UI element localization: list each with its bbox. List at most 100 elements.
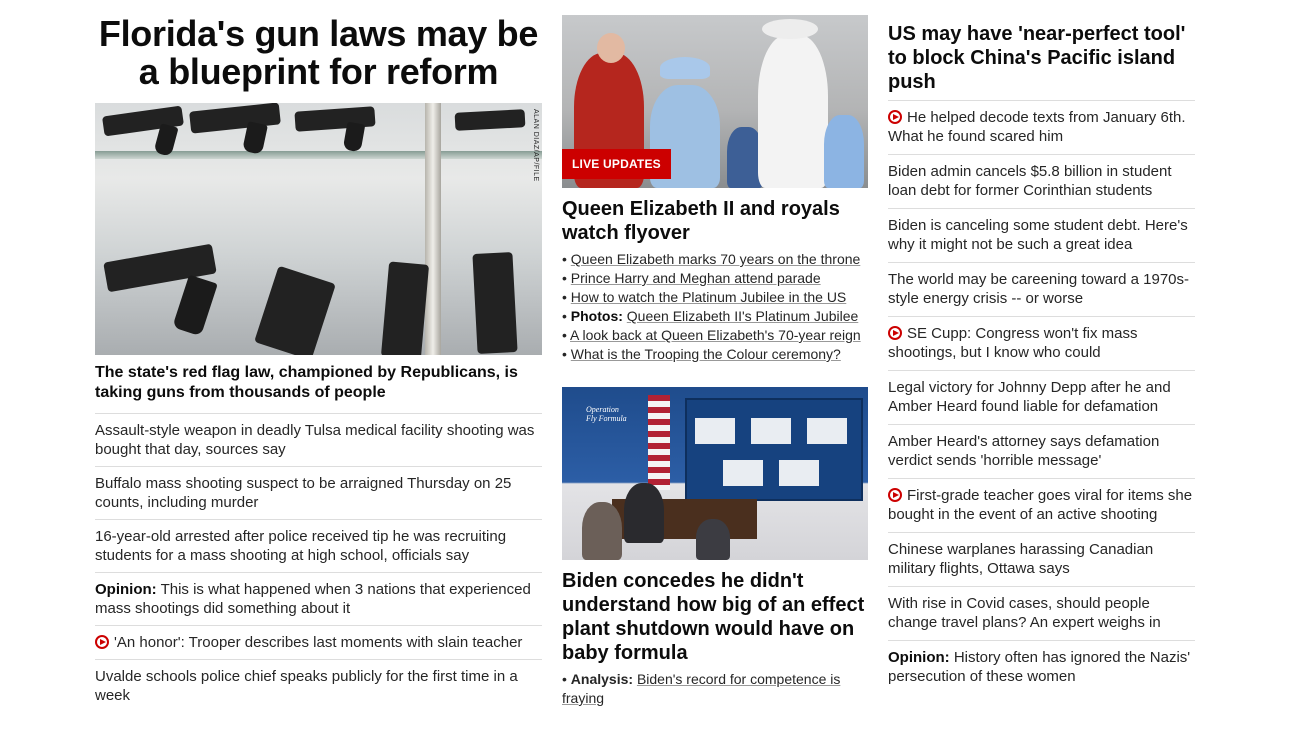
list-item-link[interactable]: SE Cupp: Congress won't fix mass shootin… — [888, 325, 1137, 361]
figure-white-hat — [762, 19, 818, 39]
seated-person — [624, 483, 664, 543]
opinion-label: Opinion: — [888, 649, 950, 666]
video-conference-screen — [685, 398, 863, 501]
china-headline[interactable]: US may have 'near-perfect tool' to block… — [888, 0, 1195, 101]
play-video-icon — [888, 110, 902, 124]
live-updates-badge[interactable]: LIVE UPDATES — [562, 149, 671, 179]
opinion-label: Opinion: — [95, 581, 157, 598]
list-item[interactable]: SE Cupp: Congress won't fix mass shootin… — [888, 317, 1195, 371]
list-item-link[interactable]: With rise in Covid cases, should people … — [888, 595, 1161, 631]
pistol-grip — [342, 121, 366, 153]
list-item[interactable]: 16-year-old arrested after police receiv… — [95, 520, 542, 573]
video-tile — [723, 460, 763, 486]
list-item[interactable]: Assault-style weapon in deadly Tulsa med… — [95, 414, 542, 467]
list-item[interactable]: Opinion: History often has ignored the N… — [888, 641, 1195, 694]
middle-column: LIVE UPDATES Queen Elizabeth II and roya… — [562, 0, 868, 708]
seated-person — [696, 519, 730, 560]
list-item-link[interactable]: Assault-style weapon in deadly Tulsa med… — [95, 422, 534, 458]
list-item[interactable]: 'An honor': Trooper describes last momen… — [95, 626, 542, 660]
list-item[interactable]: Opinion: This is what happened when 3 na… — [95, 573, 542, 626]
list-item[interactable]: Uvalde schools police chief speaks publi… — [95, 660, 542, 712]
play-video-icon — [888, 488, 902, 502]
list-item[interactable]: Biden is canceling some student debt. He… — [888, 209, 1195, 263]
pistol — [380, 261, 430, 355]
us-flag — [648, 395, 670, 490]
list-item[interactable]: Biden admin cancels $5.8 billion in stud… — [888, 155, 1195, 209]
formula-analysis-bullet[interactable]: • Analysis: Biden's record for competenc… — [562, 665, 868, 708]
list-item-link[interactable]: Buffalo mass shooting suspect to be arra… — [95, 475, 511, 511]
list-item-link[interactable]: Biden admin cancels $5.8 billion in stud… — [888, 163, 1172, 199]
analysis-label: Analysis: — [570, 671, 634, 687]
photo-credit: ALAN DIAZ/AP/FILE — [532, 109, 539, 182]
list-item-link[interactable]: The world may be careening toward a 1970… — [888, 271, 1189, 307]
bullet-link[interactable]: A look back at Queen Elizabeth's 70-year… — [570, 327, 861, 343]
formula-headline[interactable]: Biden concedes he didn't understand how … — [562, 560, 868, 665]
lead-dek-link[interactable]: The state's red flag law, championed by … — [95, 364, 518, 401]
list-item[interactable]: The world may be careening toward a 1970… — [888, 263, 1195, 317]
operation-logo-line1: Operation — [586, 405, 619, 414]
video-tile — [751, 418, 791, 444]
queen-headline[interactable]: Queen Elizabeth II and royals watch flyo… — [562, 188, 868, 245]
bullet-link[interactable]: Queen Elizabeth II's Platinum Jubilee — [627, 308, 858, 324]
display-post — [425, 103, 441, 355]
lead-headline-link[interactable]: Florida's gun laws may be a blueprint fo… — [99, 13, 538, 92]
list-item-link[interactable]: 'An honor': Trooper describes last momen… — [114, 634, 522, 651]
royals-balcony-photo[interactable]: LIVE UPDATES — [562, 15, 868, 188]
list-item-link[interactable]: Chinese warplanes harassing Canadian mil… — [888, 541, 1153, 577]
bullet-item[interactable]: A look back at Queen Elizabeth's 70-year… — [562, 326, 868, 345]
bullet-item[interactable]: Queen Elizabeth marks 70 years on the th… — [562, 250, 868, 269]
bullet-item[interactable]: Prince Harry and Meghan attend parade — [562, 269, 868, 288]
list-item[interactable]: Chinese warplanes harassing Canadian mil… — [888, 533, 1195, 587]
figure-girl — [824, 115, 864, 188]
list-item-link[interactable]: Amber Heard's attorney says defamation v… — [888, 433, 1159, 469]
list-item-link[interactable]: Uvalde schools police chief speaks publi… — [95, 668, 518, 704]
list-item[interactable]: Legal victory for Johnny Depp after he a… — [888, 371, 1195, 425]
lead-dek[interactable]: The state's red flag law, championed by … — [95, 355, 542, 414]
list-item-link[interactable]: He helped decode texts from January 6th.… — [888, 109, 1186, 145]
list-item-link[interactable]: Legal victory for Johnny Depp after he a… — [888, 379, 1171, 415]
play-video-icon — [95, 635, 109, 649]
list-item-link[interactable]: 16-year-old arrested after police receiv… — [95, 528, 506, 564]
bullet-item[interactable]: What is the Trooping the Colour ceremony… — [562, 345, 868, 364]
list-item-link[interactable]: This is what happened when 3 nations tha… — [95, 581, 531, 617]
queen-related-links: Queen Elizabeth marks 70 years on the th… — [562, 245, 868, 364]
bullet-item[interactable]: Photos: Queen Elizabeth II's Platinum Ju… — [562, 307, 868, 326]
formula-headline-link[interactable]: Biden concedes he didn't understand how … — [562, 570, 864, 664]
pistol — [472, 252, 518, 354]
pistol-grip — [172, 274, 218, 337]
list-item[interactable]: First-grade teacher goes viral for items… — [888, 479, 1195, 533]
right-column: US may have 'near-perfect tool' to block… — [888, 0, 1195, 694]
figure-head — [597, 33, 625, 63]
left-column: Florida's gun laws may be a blueprint fo… — [95, 0, 542, 712]
gun-display-photo[interactable]: ALAN DIAZ/AP/FILE — [95, 103, 542, 355]
bullet-link[interactable]: Queen Elizabeth marks 70 years on the th… — [571, 251, 861, 267]
right-story-list: He helped decode texts from January 6th.… — [888, 101, 1195, 694]
photos-label: Photos: — [570, 308, 623, 324]
bullet-link[interactable]: What is the Trooping the Colour ceremony… — [571, 346, 841, 362]
operation-logo-line2: Fly Formula — [586, 414, 627, 423]
operation-logo: Operation Fly Formula — [586, 405, 627, 423]
baby-formula-meeting-photo[interactable]: Operation Fly Formula — [562, 387, 868, 560]
left-story-list: Assault-style weapon in deadly Tulsa med… — [95, 414, 542, 712]
pistol — [454, 109, 526, 131]
figure-hat — [660, 57, 710, 79]
list-item-link[interactable]: First-grade teacher goes viral for items… — [888, 487, 1192, 523]
queen-headline-link[interactable]: Queen Elizabeth II and royals watch flyo… — [562, 198, 840, 244]
list-item[interactable]: He helped decode texts from January 6th.… — [888, 101, 1195, 155]
seated-person — [582, 502, 622, 560]
pistol — [254, 265, 336, 355]
bullet-link[interactable]: How to watch the Platinum Jubilee in the… — [571, 289, 846, 305]
video-tile — [695, 418, 735, 444]
play-video-icon — [888, 326, 902, 340]
list-item[interactable]: Amber Heard's attorney says defamation v… — [888, 425, 1195, 479]
list-item[interactable]: With rise in Covid cases, should people … — [888, 587, 1195, 641]
bullet-item[interactable]: How to watch the Platinum Jubilee in the… — [562, 288, 868, 307]
lead-headline[interactable]: Florida's gun laws may be a blueprint fo… — [95, 0, 542, 91]
bullet-link[interactable]: Prince Harry and Meghan attend parade — [571, 270, 821, 286]
video-tile — [807, 418, 847, 444]
china-headline-link[interactable]: US may have 'near-perfect tool' to block… — [888, 23, 1185, 93]
video-tile — [779, 460, 819, 486]
figure-white-dress — [758, 35, 828, 188]
list-item[interactable]: Buffalo mass shooting suspect to be arra… — [95, 467, 542, 520]
list-item-link[interactable]: Biden is canceling some student debt. He… — [888, 217, 1188, 253]
